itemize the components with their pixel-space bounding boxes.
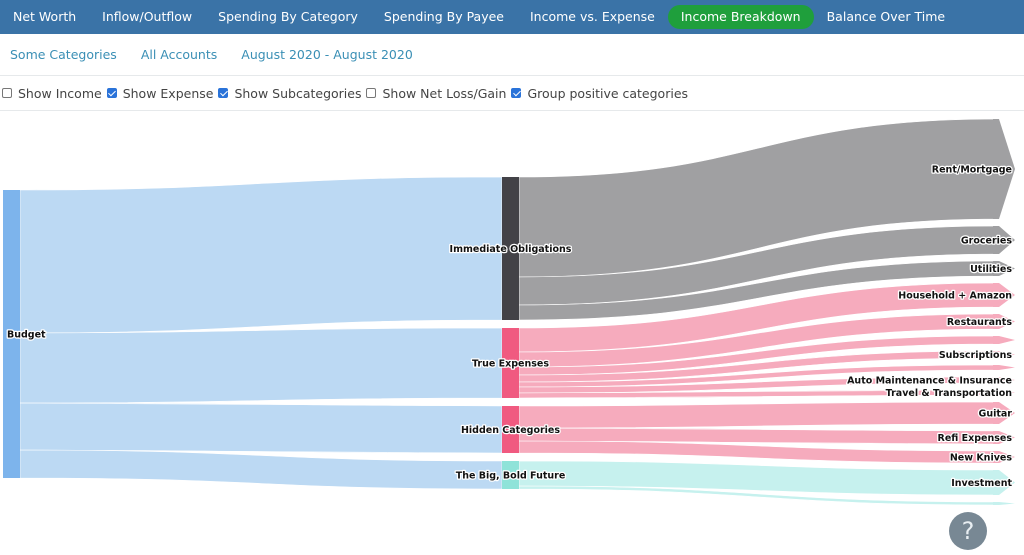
- tab-spending-by-category[interactable]: Spending By Category: [205, 5, 371, 29]
- group-positive-checkbox[interactable]: [511, 88, 522, 98]
- sankey-label-bbf: The Big, Bold Future: [456, 471, 566, 482]
- sankey-label-house: Household + Amazon: [898, 291, 1012, 302]
- sankey-label-subs: Subscriptions: [939, 350, 1013, 361]
- option-show-income[interactable]: Show Income: [0, 86, 105, 101]
- sankey-link-budget-io[interactable]: [19, 176, 503, 334]
- tab-income-vs-expense[interactable]: Income vs. Expense: [517, 5, 668, 29]
- option-show-subcategories[interactable]: Show Subcategories: [216, 86, 364, 101]
- sankey-label-guitar: Guitar: [979, 409, 1013, 420]
- sankey-label-rent: Rent/Mortgage: [932, 165, 1012, 176]
- option-show-expense[interactable]: Show Expense: [105, 86, 217, 101]
- sankey-node-te_a[interactable]: [993, 336, 1015, 344]
- show-income-label: Show Income: [18, 85, 102, 101]
- show-subcategories-checkbox[interactable]: [218, 88, 229, 98]
- sankey-link-hc-guitar[interactable]: [518, 401, 1000, 429]
- sankey-label-rest: Restaurants: [947, 317, 1013, 328]
- show-expense-label: Show Expense: [122, 85, 214, 101]
- tab-spending-by-payee[interactable]: Spending By Payee: [371, 5, 517, 29]
- sankey-node-te_b[interactable]: [993, 365, 1015, 370]
- sankey-link-bbf-invest[interactable]: [518, 460, 1000, 496]
- sankey-link-budget-hc[interactable]: [19, 402, 503, 454]
- sankey-label-auto: Auto Maintenance & Insurance: [847, 376, 1012, 387]
- sankey-label-travel: Travel & Transportation: [886, 388, 1013, 399]
- account-filter-button[interactable]: All Accounts: [131, 47, 217, 62]
- date-range-button[interactable]: August 2020 - August 2020: [231, 47, 413, 62]
- sankey-label-knives: New Knives: [950, 453, 1012, 464]
- sankey-label-io: Immediate Obligations: [450, 244, 572, 255]
- tab-inflow-outflow[interactable]: Inflow/Outflow: [89, 5, 205, 29]
- tab-balance-over-time[interactable]: Balance Over Time: [814, 5, 958, 29]
- option-show-net-loss-gain[interactable]: Show Net Loss/Gain: [364, 86, 509, 101]
- show-income-checkbox[interactable]: [2, 88, 12, 98]
- show-net-loss-gain-checkbox[interactable]: [366, 88, 377, 98]
- income-breakdown-sankey: Budget Immediate Obligations True Expenses…: [3, 118, 1015, 506]
- sankey-label-te: True Expenses: [472, 359, 549, 370]
- report-tabs: Net Worth Inflow/Outflow Spending By Cat…: [0, 0, 1024, 34]
- sankey-label-refi: Refi Expenses: [938, 433, 1013, 444]
- sankey-link-budget-te[interactable]: [19, 327, 503, 404]
- sankey-link-budget-bbf[interactable]: [19, 449, 503, 490]
- chart-options: Show Income Show Expense Show Subcategor…: [0, 76, 1024, 111]
- option-group-positive[interactable]: Group positive categories: [509, 86, 691, 101]
- sankey-label-groc: Groceries: [961, 236, 1012, 247]
- sankey-node-bbf_b[interactable]: [993, 502, 1015, 505]
- group-positive-label: Group positive categories: [527, 85, 689, 101]
- sankey-label-util: Utilities: [970, 264, 1012, 275]
- sankey-link-hc-knives[interactable]: [518, 440, 1000, 464]
- show-expense-checkbox[interactable]: [106, 88, 117, 98]
- tab-income-breakdown[interactable]: Income Breakdown: [667, 5, 814, 29]
- sankey-label-invest: Investment: [951, 478, 1012, 489]
- category-filter-button[interactable]: Some Categories: [0, 47, 117, 62]
- tab-net-worth[interactable]: Net Worth: [0, 5, 89, 29]
- sankey-label-hc: Hidden Categories: [461, 425, 560, 436]
- show-subcategories-label: Show Subcategories: [234, 85, 362, 101]
- show-net-loss-gain-label: Show Net Loss/Gain: [382, 85, 507, 101]
- report-filters: Some Categories All Accounts August 2020…: [0, 34, 1024, 76]
- sankey-label-budget: Budget: [7, 330, 46, 341]
- help-button[interactable]: ?: [949, 512, 987, 550]
